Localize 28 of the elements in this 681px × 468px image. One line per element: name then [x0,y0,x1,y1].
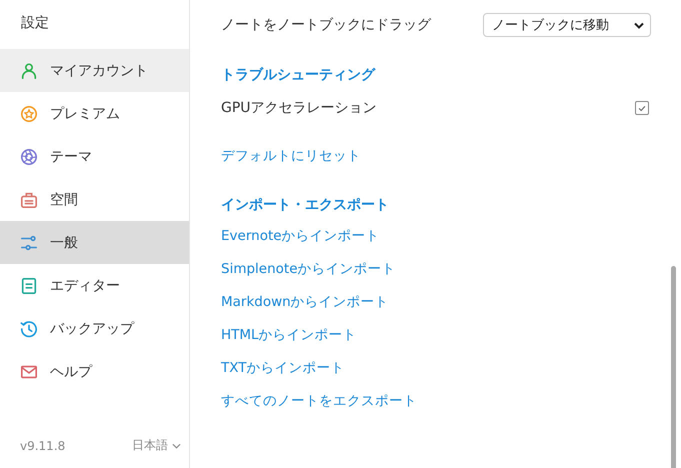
section-heading: インポート・エクスポート [221,196,390,214]
chevron-icon [634,22,644,28]
chevron-icon [172,442,181,448]
setting-label: ノートをノートブックにドラッグ [221,16,431,34]
reset-link[interactable]: デフォルトにリセット [221,147,651,165]
section-heading: トラブルシューティング [221,66,376,84]
sidebar-title: 設定 [20,14,50,33]
import-export-link[interactable]: HTMLからインポート [221,326,651,345]
sidebar-item[interactable]: マイアカウント [0,49,189,92]
dropdown[interactable]: ノートブックに移動 [483,13,651,37]
check-icon [637,103,647,113]
sidebar-item[interactable]: プレミアム [0,92,189,135]
import-export-link[interactable]: TXTからインポート [221,359,651,378]
sidebar-item[interactable]: 空間 [0,178,189,221]
sidebar-item[interactable]: バックアップ [0,307,189,350]
setting-label: GPUアクセラレーション [221,99,377,117]
sidebar-item[interactable]: ヘルプ [0,350,189,393]
sidebar-item[interactable]: エディター [0,264,189,307]
language-selector[interactable]: 日本語 [132,437,181,454]
sidebar-item[interactable]: テーマ [0,135,189,178]
checkbox[interactable] [635,101,649,115]
import-export-link[interactable]: Markdownからインポート [221,293,651,312]
version-label: v9.11.8 [20,438,66,452]
import-export-link[interactable]: Simplenoteからインポート [221,260,651,279]
import-export-link[interactable]: すべてのノートをエクスポート [221,392,651,411]
import-export-link[interactable]: Evernoteからインポート [221,227,651,246]
sidebar-item[interactable]: 一般 [0,221,189,264]
scrollbar[interactable] [671,266,676,468]
